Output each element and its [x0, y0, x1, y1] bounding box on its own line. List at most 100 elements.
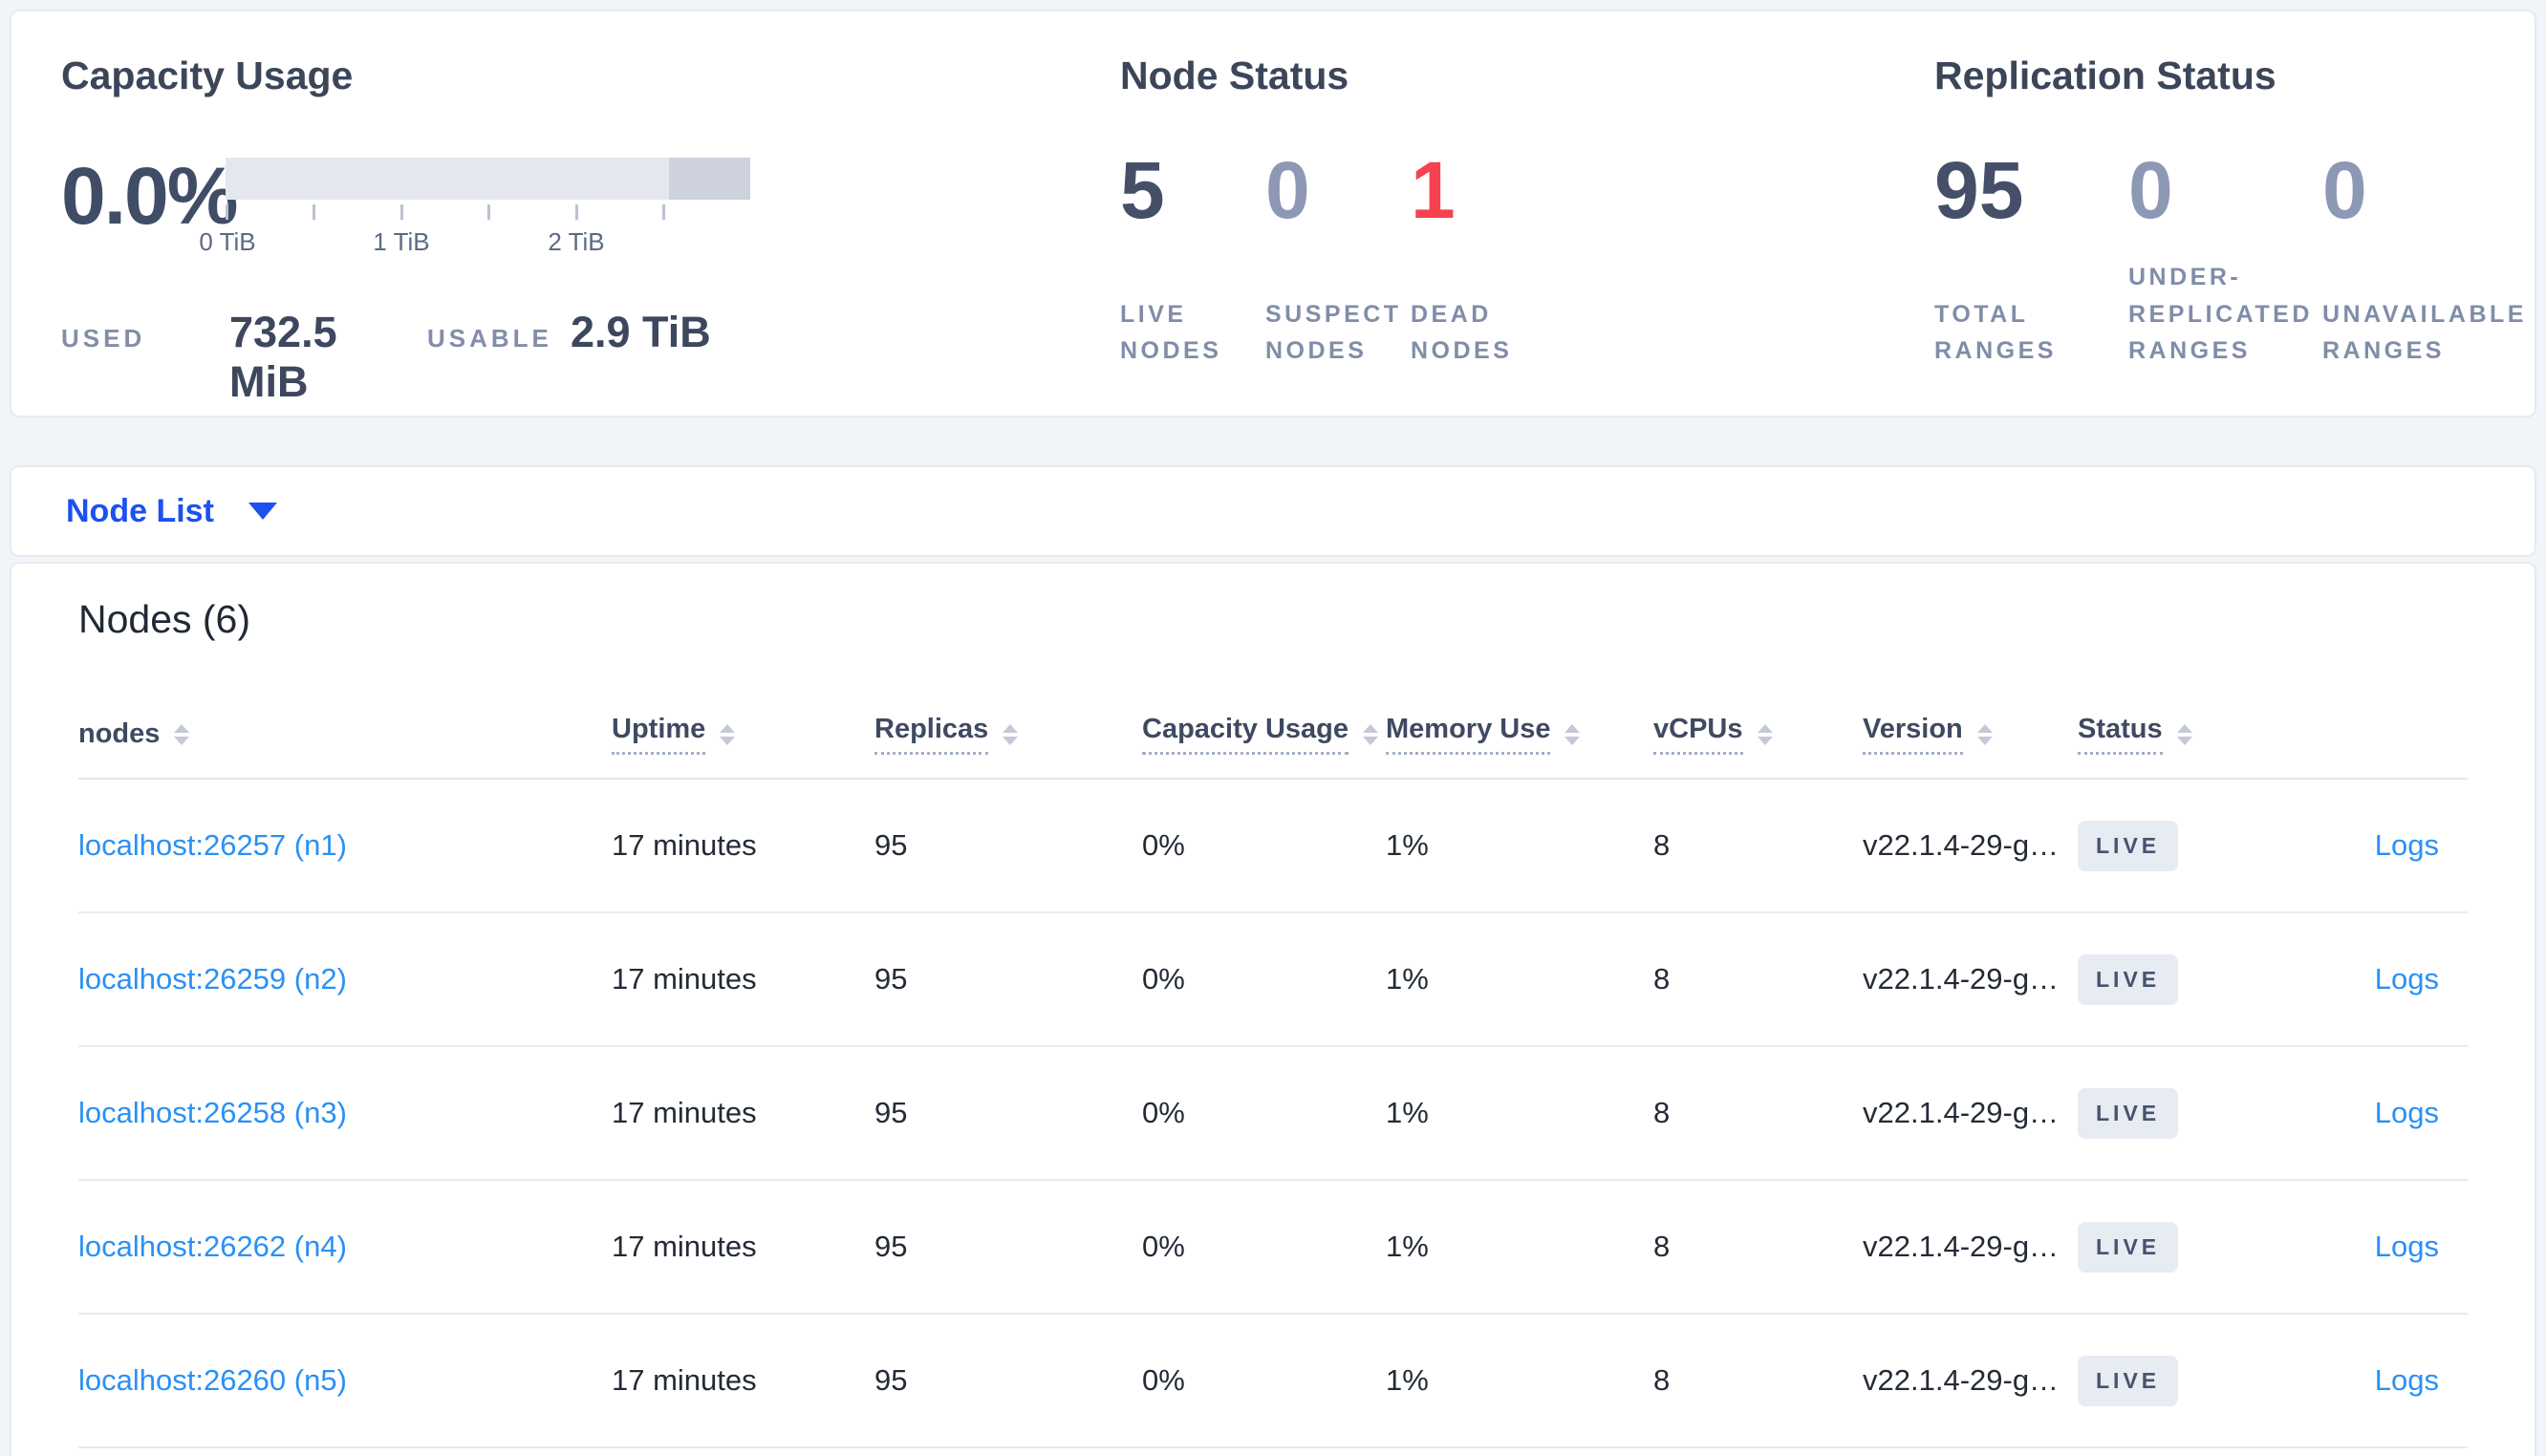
tick-label-2: 2 TiB [548, 227, 605, 257]
sort-icon [174, 723, 190, 745]
tick-label-0: 0 TiB [199, 227, 256, 257]
table-row: localhost:26258 (n3) 17 minutes 95 0% 1%… [78, 1047, 2468, 1182]
capacity-meter-track [226, 158, 750, 201]
replicas-cell: 95 [874, 828, 908, 863]
memory-use-cell: 1% [1386, 1096, 1429, 1130]
node-status-title: Node Status [1120, 54, 1349, 97]
column-header-version[interactable]: Version [1863, 714, 2078, 756]
column-header-uptime[interactable]: Uptime [612, 714, 874, 756]
memory-use-cell: 1% [1386, 1230, 1429, 1264]
dead-nodes-label: DEAD NODES [1411, 300, 1513, 365]
version-cell: v22.1.4-29-g… [1863, 1230, 2060, 1264]
table-row: localhost:26262 (n4) 17 minutes 95 0% 1%… [78, 1181, 2468, 1316]
sort-icon [1003, 723, 1019, 745]
under-replicated-ranges-label: UNDER-REPLICATED RANGES [2128, 263, 2313, 365]
logs-link[interactable]: Logs [2375, 1363, 2439, 1397]
column-header-status[interactable]: Status [2078, 714, 2269, 756]
version-cell: v22.1.4-29-g… [1863, 1363, 2060, 1398]
capacity-meter-tail-segment [668, 158, 750, 201]
capacity-usage-title: Capacity Usage [61, 54, 354, 97]
vcpus-cell: 8 [1653, 1096, 1671, 1130]
node-address-link[interactable]: localhost:26258 (n3) [78, 1096, 347, 1129]
total-ranges-count: 95 [1934, 145, 2024, 236]
replicas-cell: 95 [874, 962, 908, 996]
capacity-usage-cell: 0% [1142, 1096, 1185, 1130]
under-replicated-ranges-stat: 0 UNDER-REPLICATED RANGES [2128, 150, 2322, 370]
tick-label-1: 1 TiB [373, 227, 430, 257]
suspect-nodes-count: 0 [1265, 145, 1310, 236]
node-address-link[interactable]: localhost:26262 (n4) [78, 1230, 347, 1263]
replicas-cell: 95 [874, 1230, 908, 1264]
view-selector-label: Node List [66, 492, 214, 529]
used-value: 732.5 MiB [229, 308, 337, 407]
capacity-meter-ticks [226, 203, 750, 222]
capacity-usage-cell: 0% [1142, 1363, 1185, 1398]
unavailable-ranges-count: 0 [2322, 145, 2367, 236]
total-ranges-label: TOTAL RANGES [1934, 300, 2057, 365]
cluster-overview-page: Capacity Usage 0.0% 0 TiB 1 TiB 2 TiB US… [0, 0, 2546, 1456]
replicas-cell: 95 [874, 1096, 908, 1130]
table-row: localhost:26260 (n5) 17 minutes 95 0% 1%… [78, 1315, 2468, 1449]
capacity-usage-cell: 0% [1142, 1230, 1185, 1264]
memory-use-cell: 1% [1386, 962, 1429, 996]
vcpus-cell: 8 [1653, 1363, 1671, 1398]
node-status-stats: 5 LIVE NODES 0 SUSPECT NODES 1 DEAD NODE… [1120, 150, 1789, 370]
column-header-memory-use[interactable]: Memory Use [1386, 714, 1653, 756]
logs-link[interactable]: Logs [2375, 962, 2439, 996]
node-address-link[interactable]: localhost:26260 (n5) [78, 1363, 347, 1397]
live-nodes-stat: 5 LIVE NODES [1120, 150, 1265, 370]
node-address-link[interactable]: localhost:26257 (n1) [78, 828, 347, 862]
replicas-cell: 95 [874, 1363, 908, 1398]
view-selector-bar: Node List [10, 465, 2536, 557]
version-cell: v22.1.4-29-g… [1863, 962, 2060, 996]
logs-link[interactable]: Logs [2375, 828, 2439, 862]
capacity-meter-row: 0.0% 0 TiB 1 TiB 2 TiB [61, 156, 1074, 258]
capacity-meter: 0 TiB 1 TiB 2 TiB [199, 158, 750, 258]
cluster-summary-card: Capacity Usage 0.0% 0 TiB 1 TiB 2 TiB US… [10, 10, 2536, 418]
table-row: localhost:26257 (n1) 17 minutes 95 0% 1%… [78, 780, 2468, 914]
status-badge: LIVE [2078, 820, 2179, 871]
memory-use-cell: 1% [1386, 828, 1429, 863]
table-row: localhost:26259 (n2) 17 minutes 95 0% 1%… [78, 913, 2468, 1048]
sort-icon [1363, 723, 1378, 745]
column-header-replicas[interactable]: Replicas [874, 714, 1142, 756]
usable-label: USABLE [427, 324, 552, 353]
column-header-capacity-usage[interactable]: Capacity Usage [1142, 714, 1386, 756]
column-header-vcpus[interactable]: vCPUs [1653, 714, 1863, 756]
sort-icon [1757, 723, 1773, 745]
node-status-section: Node Status 5 LIVE NODES 0 SUSPECT NODES… [1120, 54, 1789, 370]
replication-status-section: Replication Status 95 TOTAL RANGES 0 UND… [1934, 54, 2536, 370]
logs-link[interactable]: Logs [2375, 1230, 2439, 1263]
capacity-used-usable-row: USED 732.5 MiB USABLE 2.9 TiB [61, 308, 1074, 407]
under-replicated-ranges-count: 0 [2128, 145, 2173, 236]
chevron-down-icon [248, 503, 277, 520]
table-header-row: nodes Uptime Replicas Capacity Usage Mem… [78, 714, 2468, 781]
column-header-nodes[interactable]: nodes [78, 718, 612, 750]
status-badge: LIVE [2078, 1355, 2179, 1406]
suspect-nodes-label: SUSPECT NODES [1265, 300, 1402, 365]
live-nodes-count: 5 [1120, 145, 1165, 236]
uptime-cell: 17 minutes [612, 1096, 757, 1130]
suspect-nodes-stat: 0 SUSPECT NODES [1265, 150, 1411, 370]
version-cell: v22.1.4-29-g… [1863, 828, 2060, 863]
logs-link[interactable]: Logs [2375, 1096, 2439, 1129]
node-address-link[interactable]: localhost:26259 (n2) [78, 962, 347, 996]
capacity-meter-tick-labels: 0 TiB 1 TiB 2 TiB [199, 227, 750, 258]
capacity-usage-cell: 0% [1142, 828, 1185, 863]
vcpus-cell: 8 [1653, 828, 1671, 863]
replication-status-title: Replication Status [1934, 54, 2276, 97]
vcpus-cell: 8 [1653, 1230, 1671, 1264]
version-cell: v22.1.4-29-g… [1863, 1096, 2060, 1130]
uptime-cell: 17 minutes [612, 828, 757, 863]
uptime-cell: 17 minutes [612, 962, 757, 996]
usable-value: 2.9 TiB [571, 308, 711, 357]
live-nodes-label: LIVE NODES [1120, 300, 1222, 365]
sort-icon [720, 723, 736, 745]
view-selector-dropdown[interactable]: Node List [66, 493, 277, 530]
total-ranges-stat: 95 TOTAL RANGES [1934, 150, 2128, 370]
memory-use-cell: 1% [1386, 1363, 1429, 1398]
capacity-usage-section: Capacity Usage 0.0% 0 TiB 1 TiB 2 TiB US… [61, 54, 1074, 407]
capacity-usage-cell: 0% [1142, 962, 1185, 996]
sort-icon [1564, 723, 1581, 745]
replication-status-stats: 95 TOTAL RANGES 0 UNDER-REPLICATED RANGE… [1934, 150, 2536, 370]
